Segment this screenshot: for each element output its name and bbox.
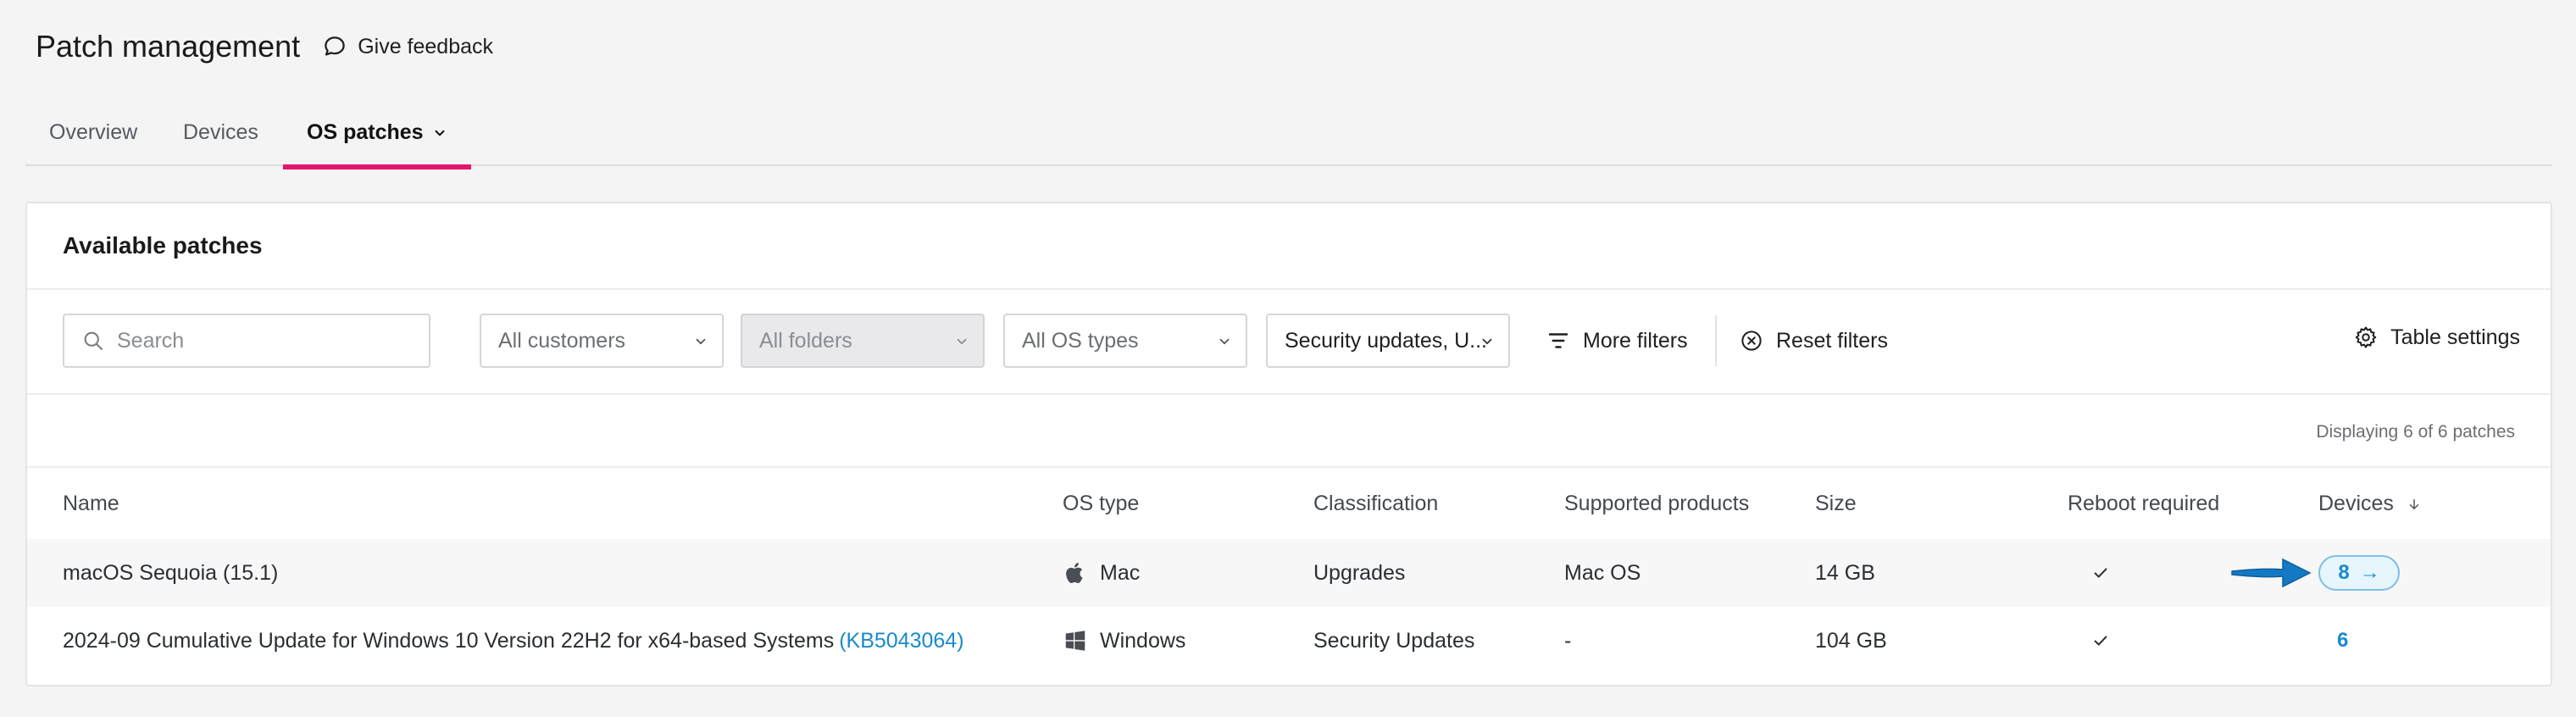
filter-icon <box>1548 333 1568 348</box>
tab-os-patches[interactable]: OS patches <box>283 115 471 170</box>
supported-products-cell: Mac OS <box>1564 560 1641 585</box>
os-types-select[interactable]: All OS types <box>1003 314 1247 368</box>
os-type-label: Windows <box>1100 628 1186 653</box>
chevron-down-icon <box>696 338 706 345</box>
column-header-os-type[interactable]: OS type <box>1063 492 1139 516</box>
reset-filters-button[interactable]: Reset filters <box>1739 314 1888 368</box>
chevron-down-icon <box>957 338 967 345</box>
chevron-down-icon <box>1219 338 1230 345</box>
table-row[interactable]: macOS Sequoia (15.1) Mac Upgrades Mac OS… <box>27 539 2551 607</box>
tab-overview[interactable]: Overview <box>49 115 137 166</box>
more-filters-button[interactable]: More filters <box>1546 314 1688 368</box>
tab-os-patches-label: OS patches <box>307 120 424 144</box>
divider <box>27 288 2551 290</box>
column-header-devices-label: Devices <box>2318 492 2394 515</box>
search-box <box>63 314 430 368</box>
reboot-required-cell <box>2091 539 2110 607</box>
gear-icon <box>2355 326 2377 348</box>
page-title: Patch management <box>36 29 301 64</box>
customers-select[interactable]: All customers <box>480 314 724 368</box>
available-patches-card: Available patches All customers All fold… <box>25 202 2552 686</box>
folders-select[interactable]: All folders <box>741 314 985 368</box>
devices-count: 8 <box>2338 561 2350 584</box>
devices-cell: 8 → <box>2318 539 2400 607</box>
result-count: Displaying 6 of 6 patches <box>2316 422 2515 442</box>
tab-devices[interactable]: Devices <box>183 115 258 166</box>
card-title: Available patches <box>63 232 263 258</box>
size-cell: 14 GB <box>1815 560 1875 585</box>
more-filters-label: More filters <box>1583 328 1688 353</box>
supported-products-cell: - <box>1564 628 1572 653</box>
column-header-devices[interactable]: Devices <box>2318 492 2422 516</box>
patch-name-cell: 2024-09 Cumulative Update for Windows 10… <box>63 607 964 675</box>
give-feedback-label: Give feedback <box>358 34 494 58</box>
kb-article-link[interactable]: (KB5043064) <box>839 629 963 653</box>
devices-count-button[interactable]: 8 → <box>2318 555 2400 591</box>
windows-icon <box>1065 631 1085 651</box>
chevron-down-icon <box>1482 338 1492 345</box>
speech-bubble-icon <box>325 36 345 56</box>
customers-select-value: All customers <box>498 328 626 353</box>
tab-devices-label: Devices <box>183 120 258 144</box>
search-icon <box>84 331 103 350</box>
column-header-reboot-required[interactable]: Reboot required <box>2068 492 2219 516</box>
tab-overview-label: Overview <box>49 120 138 144</box>
reset-filters-label: Reset filters <box>1776 328 1888 353</box>
chevron-down-icon <box>435 130 445 136</box>
divider <box>27 393 2551 395</box>
os-types-select-value: All OS types <box>1022 328 1139 353</box>
give-feedback-button[interactable]: Give feedback <box>322 34 493 59</box>
table-header: Name OS type Classification Supported pr… <box>27 468 2551 539</box>
close-circle-icon <box>1741 331 1762 351</box>
pointer-arrow-icon <box>2231 558 2312 588</box>
table-settings-button[interactable]: Table settings <box>2353 314 2520 361</box>
column-header-supported-products[interactable]: Supported products <box>1564 492 1749 516</box>
os-type-label: Mac <box>1100 560 1141 585</box>
classification-cell: Upgrades <box>1313 560 1406 585</box>
devices-count-link[interactable]: 6 <box>2337 629 2348 653</box>
column-header-classification[interactable]: Classification <box>1313 492 1438 516</box>
checkmark-icon <box>2094 568 2107 578</box>
os-type-cell: Mac <box>1063 539 1140 607</box>
classification-cell: Security Updates <box>1313 628 1475 653</box>
filter-bar: All customers All folders All OS types S… <box>63 314 2520 368</box>
patch-name: macOS Sequoia (15.1) <box>63 560 279 585</box>
apple-icon <box>1066 563 1083 584</box>
arrow-right-icon: → <box>2359 561 2380 584</box>
column-header-size[interactable]: Size <box>1815 492 1857 516</box>
search-input[interactable] <box>117 328 405 353</box>
os-type-cell: Windows <box>1063 607 1185 675</box>
checkmark-icon <box>2094 636 2107 646</box>
patch-name: 2024-09 Cumulative Update for Windows 10… <box>63 628 835 653</box>
arrow-down-icon <box>2409 499 2419 510</box>
size-cell: 104 GB <box>1815 628 1887 653</box>
divider <box>1715 315 1717 366</box>
table-settings-label: Table settings <box>2390 325 2520 349</box>
table-row[interactable]: 2024-09 Cumulative Update for Windows 10… <box>27 607 2551 675</box>
column-header-name[interactable]: Name <box>63 492 119 516</box>
classification-select-value: Security updates, U... <box>1285 328 1488 353</box>
folders-select-value: All folders <box>759 328 852 353</box>
classification-select[interactable]: Security updates, U... <box>1266 314 1510 368</box>
page-header: Patch management Give feedback <box>36 25 493 68</box>
devices-cell: 6 <box>2318 607 2348 675</box>
reboot-required-cell <box>2091 607 2110 675</box>
tab-bar: Overview Devices OS patches <box>25 105 2552 170</box>
